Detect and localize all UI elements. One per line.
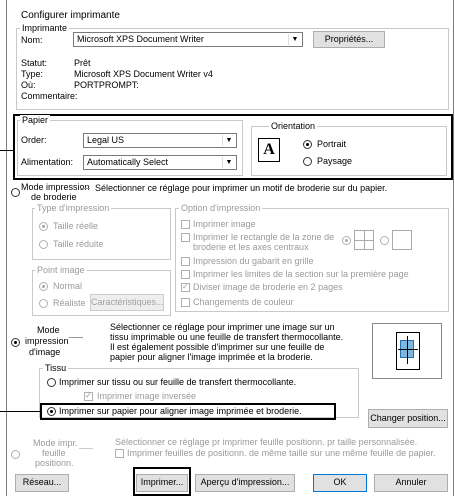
fabric-group-label: Tissu — [43, 363, 69, 373]
where-value: PORTPROMPT: — [74, 80, 139, 90]
grid-label: Impression du gabarit en grille — [193, 256, 314, 266]
orientation-group — [251, 126, 447, 176]
printer-group-label: Imprimante — [20, 23, 70, 33]
realistic-radio[interactable] — [39, 299, 48, 308]
print-options-group-label: Option d'impression — [179, 203, 263, 213]
cancel-button[interactable]: Annuler — [374, 474, 448, 492]
paper-group-label: Papier — [20, 115, 51, 125]
printer-name-label: Nom: — [21, 35, 43, 45]
section-limits-label: Imprimer les limites de la section sur l… — [193, 269, 409, 279]
chevron-down-icon: ▼ — [222, 157, 235, 168]
properties-button[interactable]: Propriétés... — [313, 31, 385, 48]
actual-size-label: Taille réelle — [53, 221, 99, 231]
inverted-checkbox[interactable] — [84, 391, 93, 401]
orientation-preview-icon: A — [258, 138, 280, 162]
position-sheet-checkbox[interactable] — [115, 449, 124, 458]
dialog-title: Configurer imprimante — [21, 10, 120, 21]
feed-select[interactable]: Automatically Select ▼ — [83, 155, 237, 170]
print-image-label: Imprimer image — [193, 219, 256, 229]
point-image-group-label: Point image — [35, 265, 87, 275]
image-mode-desc-4: papier pour aligner l'image imprimée et … — [110, 352, 313, 362]
reduced-size-radio[interactable] — [39, 240, 48, 249]
printer-name-select[interactable]: Microsoft XPS Document Writer ▼ — [73, 32, 303, 47]
print-setup-dialog: Configurer imprimante Imprimante Nom: Mi… — [6, 0, 454, 496]
chevron-down-icon: ▼ — [288, 34, 301, 45]
order-label: Order: — [21, 135, 47, 145]
network-button[interactable]: Réseau... — [15, 474, 69, 492]
normal-radio[interactable] — [39, 282, 48, 291]
print-rect-checkbox[interactable] — [181, 233, 190, 242]
separator-line — [80, 188, 90, 189]
embroidery-mode-label-2: de broderie — [31, 192, 77, 202]
portrait-radio[interactable] — [303, 140, 312, 149]
image-mode-radio[interactable] — [11, 338, 20, 347]
color-changes-label: Changements de couleur — [193, 297, 294, 307]
axes-cross-icon — [392, 230, 412, 250]
position-sheet-desc: Sélectionner ce réglage pr imprimer feui… — [115, 437, 418, 447]
comment-label: Commentaire: — [21, 91, 78, 101]
order-value: Legal US — [87, 135, 125, 145]
grid-checkbox[interactable] — [181, 257, 190, 266]
position-sheet-label-3: positionn. — [35, 458, 74, 468]
normal-label: Normal — [53, 281, 83, 291]
paper-align-label: Imprimer sur papier pour aligner image i… — [59, 406, 302, 416]
fabric-radio[interactable] — [47, 378, 56, 387]
ok-button[interactable]: OK — [313, 474, 367, 492]
printer-name-value: Microsoft XPS Document Writer — [77, 34, 204, 44]
feed-value: Automatically Select — [87, 157, 169, 167]
position-sheet-option-label: Imprimer feuilles de positionn. de même … — [127, 448, 436, 458]
order-select[interactable]: Legal US ▼ — [83, 133, 237, 148]
inverted-label: Imprimer image inversée — [97, 391, 197, 401]
characteristics-button[interactable]: Caractéristiques... — [90, 294, 164, 311]
section-limits-checkbox[interactable] — [181, 270, 190, 279]
landscape-label: Paysage — [317, 156, 353, 166]
landscape-radio[interactable] — [303, 157, 312, 166]
print-preview-button[interactable]: Aperçu d'impression... — [195, 474, 295, 492]
type-value: Microsoft XPS Document Writer v4 — [74, 69, 213, 79]
separator-line — [79, 448, 93, 449]
image-mode-label-1: Mode — [37, 325, 60, 335]
status-label: Statut: — [21, 58, 48, 68]
reduced-size-label: Taille réduite — [53, 239, 104, 249]
chevron-down-icon: ▼ — [222, 135, 235, 146]
position-preview-icon — [372, 323, 442, 379]
image-mode-label-2: impression — [25, 336, 69, 346]
image-mode-label-3: d'image — [29, 347, 61, 357]
print-button[interactable]: Imprimer... — [136, 474, 188, 492]
print-type-group — [32, 208, 171, 260]
color-changes-checkbox[interactable] — [181, 298, 190, 307]
axes-grid-icon — [354, 230, 374, 250]
status-value: Prêt — [74, 58, 91, 68]
print-rect-label-2: broderie et les axes centraux — [193, 242, 309, 252]
orientation-group-label: Orientation — [269, 121, 318, 131]
print-image-checkbox[interactable] — [181, 220, 190, 229]
change-position-button[interactable]: Changer position... — [368, 409, 448, 428]
print-type-group-label: Type d'impression — [35, 203, 112, 213]
feed-label: Alimentation: — [21, 157, 74, 167]
type-label: Type: — [21, 69, 44, 79]
embroidery-mode-radio[interactable] — [11, 188, 20, 197]
separator-line — [69, 337, 83, 338]
embroidery-mode-description: Sélectionner ce réglage pour imprimer un… — [95, 183, 388, 193]
callout-line-paper — [0, 150, 13, 151]
position-sheet-mode-radio[interactable] — [11, 450, 20, 459]
center-axes-radio-1[interactable] — [342, 236, 351, 245]
fabric-option-label: Imprimer sur tissu ou sur feuille de tra… — [59, 377, 297, 387]
realistic-label: Réaliste — [53, 298, 86, 308]
callout-line-paper-option — [0, 411, 40, 412]
paper-align-radio[interactable] — [47, 407, 56, 416]
actual-size-radio[interactable] — [39, 222, 48, 231]
portrait-label: Portrait — [317, 139, 347, 149]
split-pages-label: Diviser image de broderie en 2 pages — [193, 282, 343, 292]
center-axes-radio-2[interactable] — [380, 236, 389, 245]
where-label: Où: — [21, 80, 36, 90]
split-pages-checkbox[interactable] — [181, 282, 190, 292]
